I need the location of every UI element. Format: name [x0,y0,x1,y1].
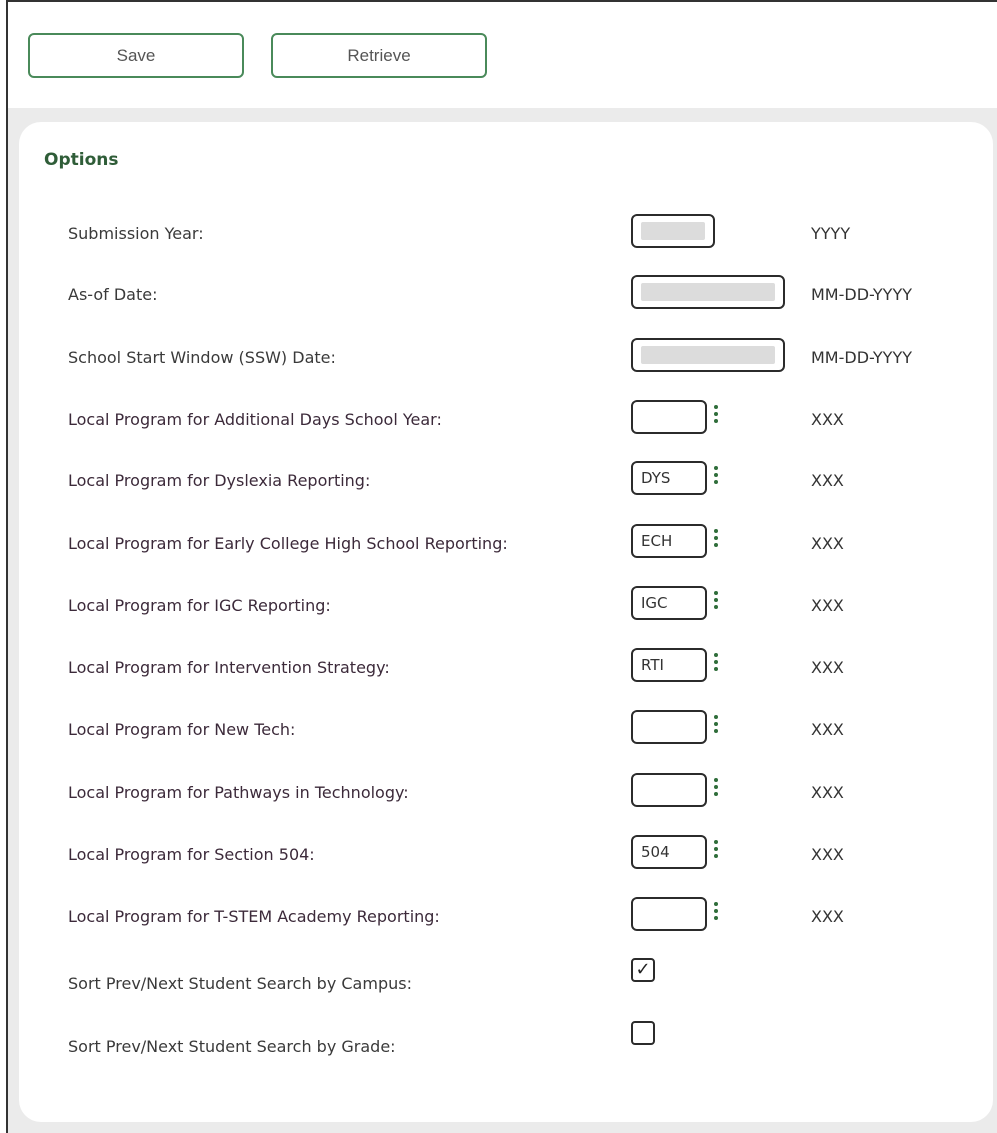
program-format: XXX [811,471,844,490]
program-label: Local Program for Section 504: [68,845,315,864]
as-of-date-row: As-of Date: MM-DD-YYYY [19,275,993,315]
program-row: Local Program for Section 504: 504 XXX [19,835,993,875]
save-button[interactable]: Save [28,33,244,78]
program-row: Local Program for Early College High Sch… [19,524,993,564]
lookup-kebab-icon[interactable] [713,589,719,615]
program-row: Local Program for Pathways in Technology… [19,773,993,813]
field-fill [641,283,775,301]
ssw-date-label: School Start Window (SSW) Date: [68,348,336,367]
program-format: XXX [811,907,844,926]
lookup-kebab-icon[interactable] [713,838,719,864]
ssw-date-format: MM-DD-YYYY [811,348,912,367]
program-format: XXX [811,845,844,864]
sort-by-campus-checkbox[interactable]: ✓ [631,958,655,982]
program-label: Local Program for Additional Days School… [68,410,442,429]
lookup-kebab-icon[interactable] [713,651,719,677]
program-format: XXX [811,596,844,615]
program-format: XXX [811,534,844,553]
program-row: Local Program for T-STEM Academy Reporti… [19,897,993,937]
options-panel: Options Submission Year: YYYY As-of Date… [19,122,993,1122]
program-row: Local Program for Additional Days School… [19,400,993,440]
program-label: Local Program for Dyslexia Reporting: [68,471,371,490]
submission-year-input[interactable] [631,214,715,248]
lookup-kebab-icon[interactable] [713,900,719,926]
as-of-date-format: MM-DD-YYYY [811,285,912,304]
program-format: XXX [811,720,844,739]
sort-by-grade-label: Sort Prev/Next Student Search by Grade: [68,1037,396,1056]
sort-by-campus-row: Sort Prev/Next Student Search by Campus:… [19,958,993,998]
options-title: Options [44,150,119,170]
submission-year-label: Submission Year: [68,224,204,243]
program-format: XXX [811,410,844,429]
program-row: Local Program for New Tech: XXX [19,710,993,750]
sort-by-grade-row: Sort Prev/Next Student Search by Grade: [19,1021,993,1061]
as-of-date-label: As-of Date: [68,285,158,304]
as-of-date-input[interactable] [631,275,785,309]
program-label: Local Program for Pathways in Technology… [68,783,409,802]
lookup-kebab-icon[interactable] [713,713,719,739]
lookup-kebab-icon[interactable] [713,464,719,490]
retrieve-button[interactable]: Retrieve [271,33,487,78]
program-row: Local Program for Dyslexia Reporting: DY… [19,461,993,501]
toolbar: Save Retrieve [8,2,997,108]
submission-year-format: YYYY [811,224,851,243]
program-label: Local Program for IGC Reporting: [68,596,331,615]
program-code-input[interactable]: RTI [631,648,707,682]
program-format: XXX [811,783,844,802]
program-format: XXX [811,658,844,677]
lookup-kebab-icon[interactable] [713,527,719,553]
field-fill [641,346,775,364]
sort-by-grade-checkbox[interactable] [631,1021,655,1045]
sort-by-campus-label: Sort Prev/Next Student Search by Campus: [68,974,412,993]
program-code-input[interactable]: ECH [631,524,707,558]
program-label: Local Program for Intervention Strategy: [68,658,390,677]
submission-year-row: Submission Year: YYYY [19,214,993,254]
program-code-input[interactable] [631,897,707,931]
program-code-input[interactable] [631,710,707,744]
program-code-input[interactable]: DYS [631,461,707,495]
program-row: Local Program for IGC Reporting: IGC XXX [19,586,993,626]
program-code-input[interactable] [631,773,707,807]
program-row: Local Program for Intervention Strategy:… [19,648,993,688]
app-frame: Save Retrieve Options Submission Year: Y… [6,0,997,1133]
ssw-date-input[interactable] [631,338,785,372]
program-label: Local Program for T-STEM Academy Reporti… [68,907,440,926]
program-code-input[interactable]: IGC [631,586,707,620]
field-fill [641,222,705,240]
program-code-input[interactable] [631,400,707,434]
lookup-kebab-icon[interactable] [713,776,719,802]
program-label: Local Program for Early College High Sch… [68,534,508,553]
program-label: Local Program for New Tech: [68,720,296,739]
lookup-kebab-icon[interactable] [713,403,719,429]
program-code-input[interactable]: 504 [631,835,707,869]
ssw-date-row: School Start Window (SSW) Date: MM-DD-YY… [19,338,993,378]
